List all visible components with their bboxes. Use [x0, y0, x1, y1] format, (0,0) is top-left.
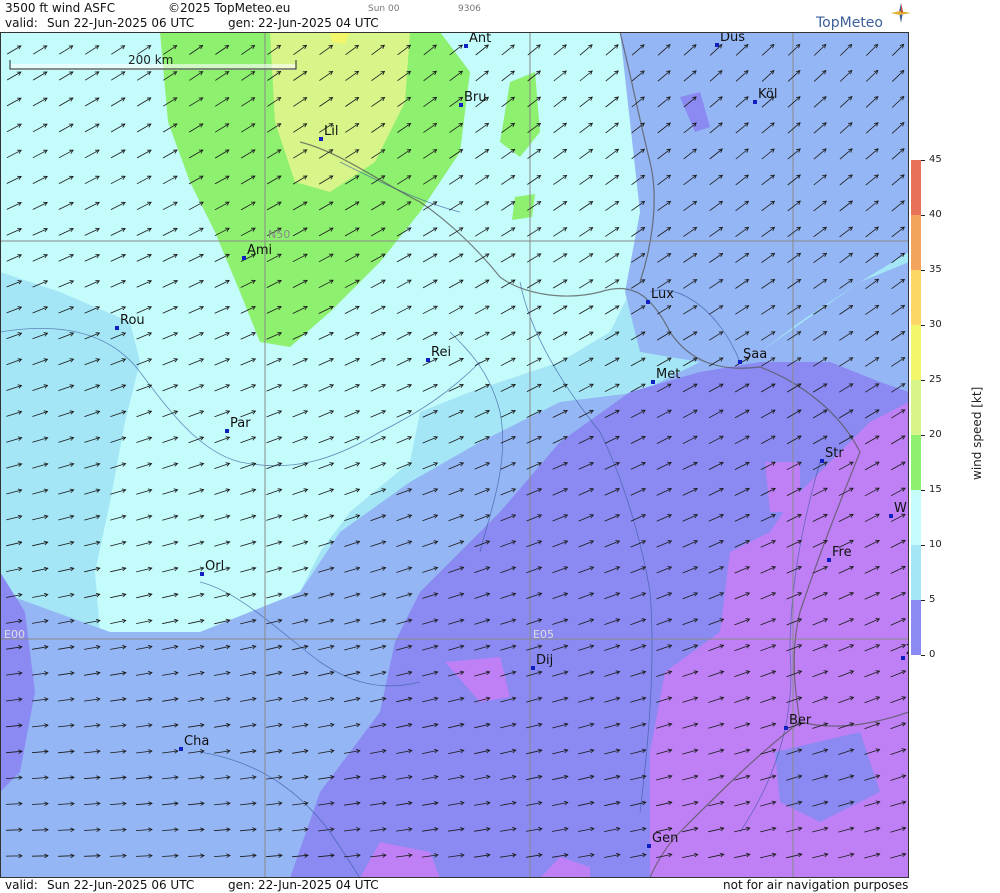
- legend-tick-label: 5: [929, 594, 936, 605]
- legend-swatch: [911, 435, 921, 490]
- city-marker: [459, 103, 463, 107]
- legend-swatch: [911, 490, 921, 545]
- legend-swatch: [911, 160, 921, 215]
- footer-gen-time: 22-Jun-2025 04 UTC: [258, 878, 379, 892]
- city-marker: [820, 459, 824, 463]
- city-marker: [889, 514, 893, 518]
- city-label: Rou: [120, 313, 145, 328]
- city-marker: [647, 844, 651, 848]
- wind-speed-legend: [911, 160, 925, 656]
- legend-swatch: [911, 380, 921, 435]
- legend-swatch: [911, 600, 921, 655]
- city-label: Dij: [536, 653, 553, 668]
- city-marker: [464, 44, 468, 48]
- gen-time: 22-Jun-2025 04 UTC: [258, 16, 379, 30]
- city-label: Düs: [720, 32, 745, 45]
- city-label: W: [894, 501, 907, 516]
- city-label: Ami: [247, 243, 272, 258]
- city-marker: [901, 656, 905, 660]
- legend-tick-label: 25: [929, 374, 942, 385]
- city-marker: [784, 726, 788, 730]
- legend-swatch: [911, 545, 921, 600]
- city-marker: [646, 300, 650, 304]
- city-label: Str: [825, 446, 844, 461]
- city-label: Lil: [324, 124, 338, 139]
- footer-valid-time: Sun 22-Jun-2025 06 UTC: [47, 878, 195, 892]
- city-label: Ant: [469, 32, 491, 46]
- city-marker: [200, 572, 204, 576]
- valid-time: Sun 22-Jun-2025 06 UTC: [47, 16, 195, 30]
- city-label: Fre: [832, 545, 852, 560]
- wind-map[interactable]: N50 E00 E05 200 km Ant Düs Köl Bru Lil Ami Lux…: [0, 32, 909, 878]
- city-marker: [426, 358, 430, 362]
- gen-label: gen:: [228, 16, 255, 30]
- legend-tick-label: 30: [929, 319, 942, 330]
- run-code: Sun 00: [368, 4, 400, 14]
- lon-label-e05: E05: [533, 628, 554, 641]
- city-marker: [115, 326, 119, 330]
- code2: 9306: [458, 4, 481, 14]
- city-label: Lux: [651, 287, 674, 302]
- legend-tick-label: 10: [929, 539, 942, 550]
- footer-disclaimer: not for air navigation purposes: [723, 878, 909, 892]
- city-label: Bru: [464, 90, 487, 105]
- legend-swatch: [911, 270, 921, 325]
- wind-field-0-5-c: [765, 462, 800, 512]
- city-marker: [715, 43, 719, 47]
- lat-label: N50: [268, 228, 290, 241]
- city-label: Köl: [758, 87, 777, 102]
- wind-field-20-25-c: [512, 194, 535, 220]
- footer-valid-label: valid:: [5, 878, 38, 892]
- scale-bar-label: 200 km: [128, 53, 173, 67]
- legend-tick-label: 20: [929, 429, 942, 440]
- brand-logo: TopMeteo: [816, 15, 883, 31]
- product-title: 3500 ft wind ASFC: [5, 1, 116, 15]
- compass-logo-icon: [891, 3, 911, 23]
- city-marker: [827, 558, 831, 562]
- legend-swatch: [911, 215, 921, 270]
- city-marker: [738, 360, 742, 364]
- valid-label: valid:: [5, 16, 38, 30]
- legend-title: wind speed [kt]: [970, 386, 984, 480]
- legend-swatch: [911, 325, 921, 380]
- legend-tick-label: 15: [929, 484, 942, 495]
- city-marker: [531, 666, 535, 670]
- city-label: Par: [230, 416, 251, 431]
- city-label: Ber: [789, 713, 812, 728]
- city-marker: [651, 380, 655, 384]
- city-label: Rei: [431, 345, 451, 360]
- copyright: ©2025 TopMeteo.eu: [168, 1, 291, 15]
- city-label: Saa: [743, 347, 767, 362]
- city-label: Met: [656, 367, 680, 382]
- city-marker: [753, 100, 757, 104]
- city-marker: [179, 747, 183, 751]
- legend-tick-label: 0: [929, 649, 936, 660]
- city-marker: [242, 256, 246, 260]
- lon-label-e00: E00: [4, 628, 25, 641]
- footer-gen-label: gen:: [228, 878, 255, 892]
- city-label: Cha: [184, 734, 209, 749]
- legend-tick-label: 45: [929, 154, 942, 165]
- city-marker: [319, 137, 323, 141]
- legend-tick-label: 40: [929, 209, 942, 220]
- city-label: Gen: [652, 831, 678, 846]
- city-marker: [225, 429, 229, 433]
- legend-tick-label: 35: [929, 264, 942, 275]
- city-label: Orl: [205, 559, 224, 574]
